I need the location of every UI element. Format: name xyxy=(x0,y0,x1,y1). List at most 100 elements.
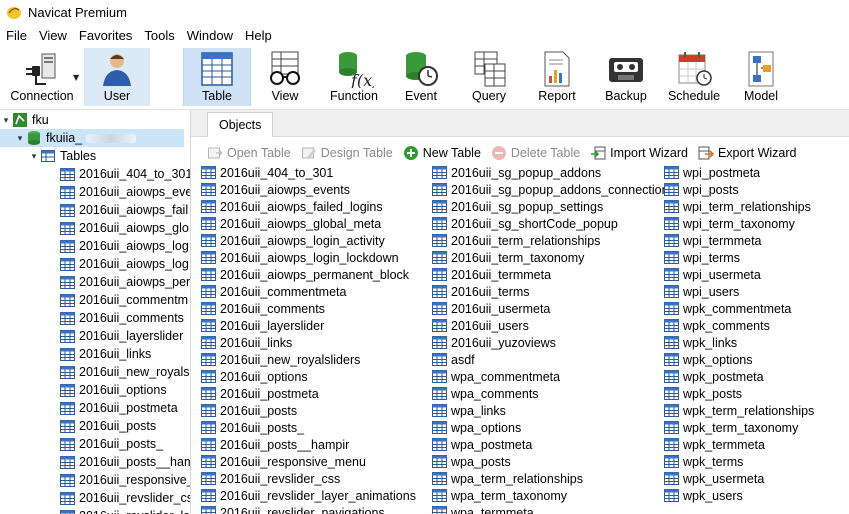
table-object-item[interactable]: 2016uii_options xyxy=(201,368,433,385)
table-object-item[interactable]: 2016uii_responsive_menu xyxy=(201,453,433,470)
table-object-item[interactable]: wpa_options xyxy=(432,419,664,436)
table-object-item[interactable]: wpi_posts xyxy=(664,181,849,198)
event-button[interactable]: Event xyxy=(392,48,450,106)
table-object-item[interactable]: wpi_postmeta xyxy=(664,164,849,181)
table-object-item[interactable]: 2016uii_aiowps_login_activity xyxy=(201,232,433,249)
table-object-item[interactable]: wpa_commentmeta xyxy=(432,368,664,385)
tree-table-item[interactable]: 2016uii_404_to_301 xyxy=(60,165,190,183)
table-object-item[interactable]: 2016uii_terms xyxy=(432,283,664,300)
table-object-item[interactable]: 2016uii_404_to_301 xyxy=(201,164,433,181)
tree-table-item[interactable]: 2016uii_aiowps_fail xyxy=(60,201,188,219)
table-object-item[interactable]: wpa_term_relationships xyxy=(432,470,664,487)
table-object-item[interactable]: 2016uii_links xyxy=(201,334,433,351)
table-object-item[interactable]: wpi_term_taxonomy xyxy=(664,215,849,232)
table-object-item[interactable]: wpk_term_taxonomy xyxy=(664,419,849,436)
menu-file[interactable]: File xyxy=(0,28,33,43)
menu-tools[interactable]: Tools xyxy=(138,28,180,43)
collapse-chevron-icon[interactable]: ▾ xyxy=(14,133,26,144)
table-object-item[interactable]: 2016uii_aiowps_failed_logins xyxy=(201,198,433,215)
table-object-item[interactable]: 2016uii_aiowps_events xyxy=(201,181,433,198)
table-object-item[interactable]: 2016uii_posts xyxy=(201,402,433,419)
delete-table-button[interactable]: Delete Table xyxy=(491,145,580,161)
table-object-item[interactable]: 2016uii_termmeta xyxy=(432,266,664,283)
table-object-item[interactable]: wpk_comments xyxy=(664,317,849,334)
model-button[interactable]: Model xyxy=(732,48,790,106)
table-object-item[interactable]: wpk_terms xyxy=(664,453,849,470)
table-object-item[interactable]: wpa_term_taxonomy xyxy=(432,487,664,504)
tree-table-item[interactable]: 2016uii_aiowps_eve xyxy=(60,183,190,201)
tree-table-item[interactable]: 2016uii_aiowps_log xyxy=(60,255,189,273)
table-object-item[interactable]: 2016uii_comments xyxy=(201,300,433,317)
table-object-item[interactable]: wpa_postmeta xyxy=(432,436,664,453)
tree-table-item[interactable]: 2016uii_revslider_cs xyxy=(60,489,190,507)
menu-favorites[interactable]: Favorites xyxy=(73,28,138,43)
table-object-item[interactable]: 2016uii_sg_popup_addons_connection xyxy=(432,181,669,198)
collapse-chevron-icon[interactable]: ▾ xyxy=(0,115,12,126)
table-object-item[interactable]: wpk_options xyxy=(664,351,849,368)
table-object-item[interactable]: 2016uii_yuzoviews xyxy=(432,334,664,351)
menu-help[interactable]: Help xyxy=(239,28,278,43)
table-object-item[interactable]: wpk_postmeta xyxy=(664,368,849,385)
connection-button[interactable]: Connection xyxy=(6,48,78,106)
table-object-item[interactable]: wpk_links xyxy=(664,334,849,351)
tree-table-item[interactable]: 2016uii_postmeta xyxy=(60,399,178,417)
table-object-item[interactable]: 2016uii_layerslider xyxy=(201,317,433,334)
table-object-item[interactable]: wpk_posts xyxy=(664,385,849,402)
tree-table-item[interactable]: 2016uii_new_royals xyxy=(60,363,190,381)
tree-table-item[interactable]: 2016uii_posts_ xyxy=(60,435,163,453)
tree-table-item[interactable]: 2016uii_posts__ham xyxy=(60,453,190,471)
tab-objects[interactable]: Objects xyxy=(207,112,274,137)
table-object-item[interactable]: 2016uii_sg_popup_settings xyxy=(432,198,664,215)
table-object-item[interactable]: wpa_termmeta xyxy=(432,504,664,514)
tree-tables-folder[interactable]: ▾ Tables xyxy=(0,147,96,165)
table-object-item[interactable]: wpa_comments xyxy=(432,385,664,402)
connection-dropdown-icon[interactable]: ▼ xyxy=(73,73,79,82)
tree-table-item[interactable]: 2016uii_options xyxy=(60,381,167,399)
table-button[interactable]: Table xyxy=(183,48,251,106)
table-object-item[interactable]: wpk_termmeta xyxy=(664,436,849,453)
table-object-item[interactable]: wpk_term_relationships xyxy=(664,402,849,419)
tree-table-item[interactable]: 2016uii_layerslider xyxy=(60,327,183,345)
query-button[interactable]: Query xyxy=(460,48,518,106)
tree-connection[interactable]: ▾ fku xyxy=(0,111,49,129)
table-object-item[interactable]: 2016uii_aiowps_login_lockdown xyxy=(201,249,433,266)
table-object-item[interactable]: 2016uii_sg_popup_addons xyxy=(432,164,664,181)
open-table-button[interactable]: Open Table xyxy=(207,145,291,161)
view-button[interactable]: View xyxy=(254,48,316,106)
table-object-item[interactable]: wpa_links xyxy=(432,402,664,419)
tree-table-item[interactable]: 2016uii_responsive_ xyxy=(60,471,190,489)
tree-table-item[interactable]: 2016uii_aiowps_log xyxy=(60,237,189,255)
import-wizard-button[interactable]: Import Wizard xyxy=(590,145,688,161)
table-object-item[interactable]: 2016uii_sg_shortCode_popup xyxy=(432,215,664,232)
tree-table-item[interactable]: 2016uii_commentm xyxy=(60,291,188,309)
table-object-item[interactable]: 2016uii_usermeta xyxy=(432,300,664,317)
menu-view[interactable]: View xyxy=(33,28,73,43)
tree-table-item[interactable]: 2016uii_aiowps_glo xyxy=(60,219,189,237)
table-object-item[interactable]: 2016uii_term_relationships xyxy=(432,232,664,249)
table-object-item[interactable]: 2016uii_new_royalsliders xyxy=(201,351,433,368)
new-table-button[interactable]: New Table xyxy=(403,145,481,161)
tree-database[interactable]: ▾ fkuiia_ xyxy=(0,129,184,147)
tree-table-item[interactable]: 2016uii_revslider_la xyxy=(60,507,190,514)
tree-table-item[interactable]: 2016uii_links xyxy=(60,345,151,363)
table-object-item[interactable]: wpk_users xyxy=(664,487,849,504)
tree-table-item[interactable]: 2016uii_comments xyxy=(60,309,184,327)
table-object-item[interactable]: wpi_termmeta xyxy=(664,232,849,249)
table-object-item[interactable]: 2016uii_posts__hampir xyxy=(201,436,433,453)
table-object-item[interactable]: 2016uii_revslider_layer_animations xyxy=(201,487,433,504)
table-object-item[interactable]: 2016uii_posts_ xyxy=(201,419,433,436)
design-table-button[interactable]: Design Table xyxy=(301,145,393,161)
export-wizard-button[interactable]: Export Wizard xyxy=(698,145,796,161)
tree-table-item[interactable]: 2016uii_aiowps_per xyxy=(60,273,190,291)
schedule-button[interactable]: Schedule xyxy=(664,48,724,106)
tree-table-item[interactable]: 2016uii_posts xyxy=(60,417,156,435)
table-object-item[interactable]: 2016uii_revslider_navigations xyxy=(201,504,433,514)
function-button[interactable]: f(x) Function xyxy=(322,48,386,106)
backup-button[interactable]: Backup xyxy=(596,48,656,106)
table-object-item[interactable]: wpa_posts xyxy=(432,453,664,470)
table-object-item[interactable]: 2016uii_aiowps_global_meta xyxy=(201,215,433,232)
table-object-item[interactable]: 2016uii_revslider_css xyxy=(201,470,433,487)
table-object-item[interactable]: 2016uii_users xyxy=(432,317,664,334)
collapse-chevron-icon[interactable]: ▾ xyxy=(28,151,40,162)
table-object-item[interactable]: wpi_users xyxy=(664,283,849,300)
